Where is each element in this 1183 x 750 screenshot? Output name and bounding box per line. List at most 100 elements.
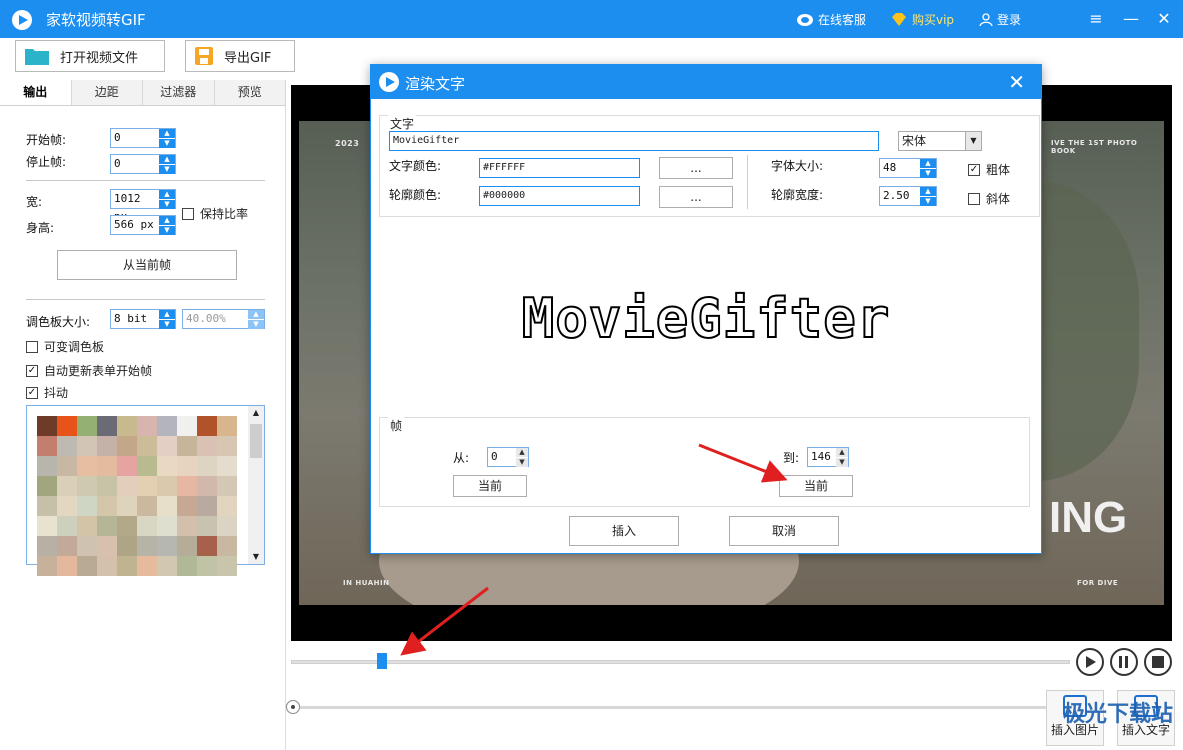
palette-bits-stepper[interactable]: 8 bit ▲ ▼ [110,309,176,330]
palette-swatch [157,556,177,576]
tab-output[interactable]: 输出 [0,80,72,105]
up-arrow-icon[interactable]: ▲ [836,448,848,458]
from-current-button[interactable]: 当前 [453,475,527,497]
app-title: 家软视频转GIF [46,11,146,29]
up-arrow-icon[interactable]: ▲ [920,187,936,197]
palette-swatch [117,536,137,556]
down-arrow-icon[interactable]: ▼ [159,139,175,149]
palette-swatch [57,416,77,436]
login-button[interactable]: 登录 [979,11,1021,28]
start-frame-stepper[interactable]: 0 ▲ ▼ [110,128,176,149]
font-size-stepper[interactable]: 48 ▲ ▼ [879,158,937,179]
up-arrow-icon[interactable]: ▲ [159,190,175,200]
italic-box[interactable] [968,192,980,205]
palette-swatch [97,556,117,576]
outline-width-label: 轮廓宽度: [771,188,824,202]
auto-update-checkbox[interactable]: ✓ 自动更新表单开始帧 [26,362,152,379]
buy-vip-button[interactable]: 购买vip [890,11,954,28]
outline-color-picker-button[interactable]: ... [659,186,733,208]
italic-checkbox[interactable]: 斜体 [968,190,1010,207]
down-arrow-icon[interactable]: ▼ [159,165,175,175]
palette-scrollbar[interactable]: ▲ ▼ [248,406,264,564]
stop-icon [1152,656,1164,668]
close-icon[interactable]: ✕ [1154,9,1174,29]
down-arrow-icon[interactable]: ▼ [159,200,175,210]
keep-ratio-box[interactable] [182,207,194,220]
play-button[interactable] [1076,648,1104,676]
palette-swatch [197,416,217,436]
to-current-button[interactable]: 当前 [779,475,853,497]
down-arrow-icon[interactable]: ▼ [159,320,175,330]
bold-checkbox[interactable]: ✓ 粗体 [968,161,1010,178]
height-stepper[interactable]: 566 px ▲ ▼ [110,215,176,236]
up-arrow-icon[interactable]: ▲ [159,310,175,320]
seek-thumb[interactable] [377,653,387,669]
to-frame-stepper[interactable]: 146 ▲ ▼ [807,447,849,468]
bold-box[interactable]: ✓ [968,163,980,176]
pause-button[interactable] [1110,648,1138,676]
export-gif-button[interactable]: 导出GIF [185,40,295,72]
range-slider-knob[interactable] [286,700,300,714]
down-arrow-icon[interactable]: ▼ [920,169,936,179]
dialog-close-icon[interactable]: ✕ [1008,70,1025,94]
up-arrow-icon[interactable]: ▲ [159,155,175,165]
down-arrow-icon[interactable]: ▼ [836,458,848,468]
up-arrow-icon[interactable]: ▲ [159,129,175,139]
palette-swatch [157,496,177,516]
palette-swatch [57,456,77,476]
palette-swatch [97,516,117,536]
text-color-input[interactable]: #FFFFFF [479,158,640,178]
tab-preview[interactable]: 预览 [214,80,286,105]
frame-seek-bar[interactable] [291,660,1070,664]
palette-swatch [37,476,57,496]
width-stepper[interactable]: 1012 px ▲▼ [110,189,176,223]
auto-update-box[interactable]: ✓ [26,364,38,377]
scroll-up-icon[interactable]: ▲ [248,406,264,420]
tab-margin[interactable]: 边距 [71,80,143,105]
scroll-thumb[interactable] [250,424,262,458]
stop-frame-value: 0 [114,157,121,170]
up-arrow-icon[interactable]: ▲ [516,448,528,458]
from-current-frame-button[interactable]: 从当前帧 [57,250,237,280]
online-service-button[interactable]: 在线客服 [796,11,866,28]
stop-button[interactable] [1144,648,1172,676]
palette-swatch [57,476,77,496]
app-logo-icon [12,10,32,30]
palette-swatch [157,416,177,436]
variable-palette-box[interactable] [26,340,38,353]
stop-frame-stepper[interactable]: 0 ▲ ▼ [110,154,176,175]
photo-book-title: IVE THE 1ST PHOTO BOOK [1051,139,1138,155]
text-color-picker-button[interactable]: ... [659,157,733,179]
up-arrow-icon[interactable]: ▲ [920,159,936,169]
insert-button[interactable]: 插入 [569,516,679,546]
up-arrow-icon[interactable]: ▲ [159,216,175,226]
font-select[interactable]: 宋体 ▼ [898,131,982,151]
down-arrow-icon[interactable]: ▼ [920,197,936,207]
from-frame-stepper[interactable]: 0 ▲ ▼ [487,447,529,468]
scroll-down-icon[interactable]: ▼ [248,550,264,564]
palette-swatch [57,516,77,536]
minimize-icon[interactable]: — [1121,9,1141,29]
down-arrow-icon[interactable]: ▼ [159,226,175,236]
menu-icon[interactable]: ≡ [1086,9,1106,29]
palette-swatch [157,456,177,476]
chevron-down-icon[interactable]: ▼ [965,132,981,150]
keep-ratio-checkbox[interactable]: 保持比率 [182,205,248,222]
dither-checkbox[interactable]: ✓ 抖动 [26,384,68,401]
palette-swatch [177,556,197,576]
user-icon [979,12,993,26]
palette-swatch [37,496,57,516]
text-input[interactable]: MovieGifter [389,131,879,151]
palette-swatch [37,556,57,576]
range-slider[interactable] [290,706,1050,709]
cancel-button[interactable]: 取消 [729,516,839,546]
palette-swatch [157,536,177,556]
outline-width-stepper[interactable]: 2.50 ▲ ▼ [879,186,937,207]
variable-palette-checkbox[interactable]: 可变调色板 [26,338,104,355]
palette-swatch [117,556,137,576]
tab-filter[interactable]: 过滤器 [143,80,215,105]
dither-box[interactable]: ✓ [26,386,38,399]
down-arrow-icon[interactable]: ▼ [516,458,528,468]
outline-color-input[interactable]: #000000 [479,186,640,206]
open-video-button[interactable]: 打开视频文件 [15,40,165,72]
